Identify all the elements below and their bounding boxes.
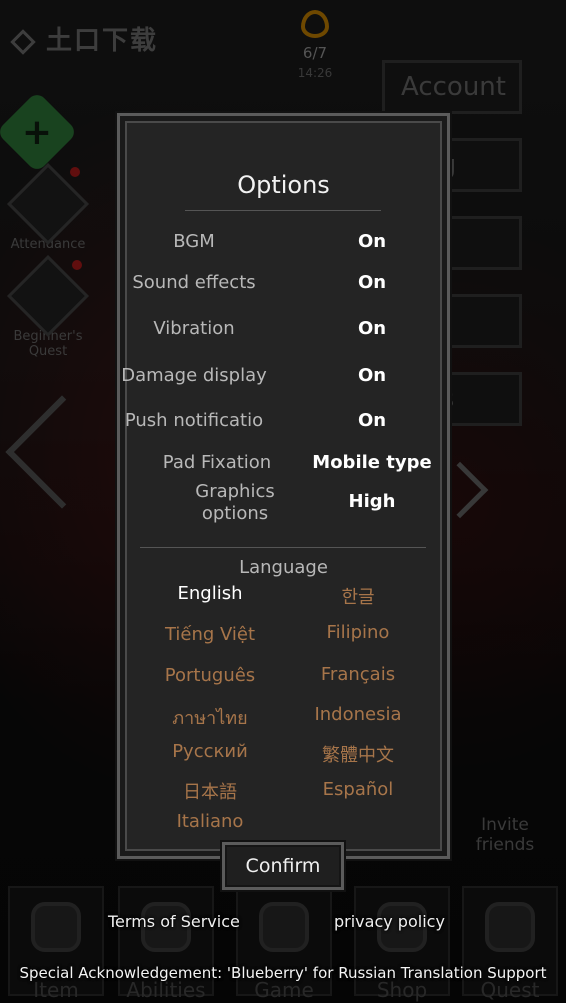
bgm-toggle[interactable]: On <box>310 231 434 252</box>
sound-effects-toggle[interactable]: On <box>310 272 434 293</box>
terms-of-service-link[interactable]: Terms of Service <box>108 912 240 931</box>
acknowledgement-text: Special Acknowledgement: 'Blueberry' for… <box>19 964 547 982</box>
vibration-toggle[interactable]: On <box>310 318 434 339</box>
graphics-options-selector[interactable]: High <box>310 491 434 512</box>
language-chinese-traditional[interactable]: 繁體中文 <box>278 741 438 767</box>
pad-fixation-selector[interactable]: Mobile type <box>310 452 434 473</box>
setting-push-notification[interactable]: Push notificatio On <box>120 410 447 436</box>
language-italian[interactable]: Italiano <box>130 811 290 832</box>
setting-vibration[interactable]: Vibration On <box>120 318 447 344</box>
language-english[interactable]: English <box>130 583 290 604</box>
language-french[interactable]: Français <box>278 664 438 685</box>
language-spanish[interactable]: Español <box>278 779 438 800</box>
language-title: Language <box>239 557 328 578</box>
title-divider <box>185 210 381 211</box>
setting-graphics-options[interactable]: Graphics options High <box>120 481 447 527</box>
language-filipino[interactable]: Filipino <box>278 622 438 643</box>
language-divider <box>140 547 426 548</box>
privacy-policy-link[interactable]: privacy policy <box>334 912 445 931</box>
setting-sound-effects[interactable]: Sound effects On <box>120 272 447 298</box>
damage-display-toggle[interactable]: On <box>310 365 434 386</box>
dialog-title: Options <box>237 171 330 199</box>
setting-bgm[interactable]: BGM On <box>120 231 447 257</box>
language-vietnamese[interactable]: Tiếng Việt <box>130 624 290 645</box>
language-indonesian[interactable]: Indonesia <box>278 704 438 725</box>
language-russian[interactable]: Русский <box>130 741 290 762</box>
setting-pad-fixation[interactable]: Pad Fixation Mobile type <box>120 452 447 478</box>
confirm-button[interactable]: Confirm <box>222 842 344 890</box>
language-japanese[interactable]: 日本語 <box>130 778 290 804</box>
language-korean[interactable]: 한글 <box>278 583 438 609</box>
setting-damage-display[interactable]: Damage display On <box>120 365 447 391</box>
push-notification-toggle[interactable]: On <box>310 410 434 431</box>
language-thai[interactable]: ภาษาไทย <box>130 703 290 732</box>
options-dialog: Options BGM On Sound effects On Vibratio… <box>117 113 450 859</box>
language-portuguese[interactable]: Português <box>130 665 290 686</box>
